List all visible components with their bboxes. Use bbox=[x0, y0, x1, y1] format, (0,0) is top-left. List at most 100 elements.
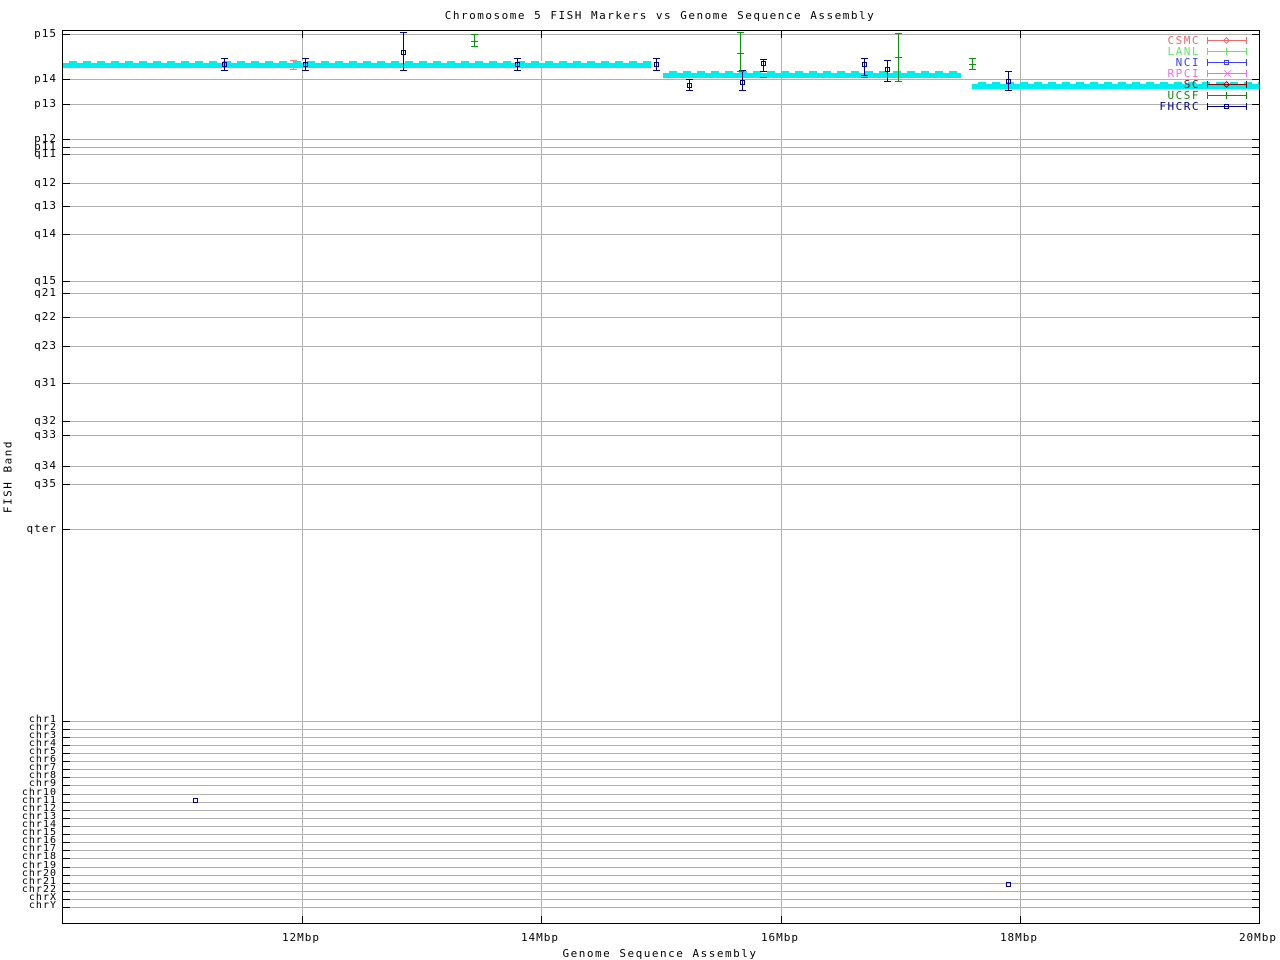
gridline-h-p11 bbox=[63, 147, 1259, 148]
y-tick-right-q21 bbox=[1252, 293, 1259, 294]
gridline-h-chr2 bbox=[63, 729, 1259, 730]
errorbar-cap-bottom bbox=[514, 70, 521, 71]
point-UCSF-2-marker bbox=[737, 53, 744, 54]
y-tick-left-qter bbox=[63, 529, 70, 530]
point-FHCRC-9-errorbar bbox=[861, 58, 868, 76]
y-tick-right-chr14 bbox=[1252, 826, 1259, 827]
legend-sample-cap-right bbox=[1246, 37, 1247, 44]
y-tick-left-q15 bbox=[63, 281, 70, 282]
errorbar-cap-bottom bbox=[400, 70, 407, 71]
y-tick-left-chr8 bbox=[63, 777, 70, 778]
errorbar-cap-top bbox=[653, 58, 660, 59]
errorbar-cap-bottom bbox=[884, 81, 891, 82]
point-UCSF-2-errorbar bbox=[737, 32, 744, 72]
x-tick-bottom-20 bbox=[1259, 916, 1260, 923]
errorbar-cap-bottom bbox=[471, 46, 478, 47]
errorbar-cap-top bbox=[1005, 71, 1012, 72]
y-tick-left-q22 bbox=[63, 317, 70, 318]
y-tick-right-q13 bbox=[1252, 206, 1259, 207]
errorbar-cap-top bbox=[969, 58, 976, 59]
errorbar-cap-bottom bbox=[969, 69, 976, 70]
gridline-h-chr20 bbox=[63, 875, 1259, 876]
point-FHCRC-3-marker bbox=[401, 50, 406, 55]
point-FHCRC-8-marker bbox=[761, 61, 766, 66]
errorbar-cap-top bbox=[400, 32, 407, 33]
errorbar-cap-bottom bbox=[302, 70, 309, 71]
y-tick-right-chr1 bbox=[1252, 721, 1259, 722]
point-UCSF-1-marker bbox=[471, 41, 478, 42]
legend-sample-cap-right bbox=[1246, 81, 1247, 88]
y-tick-right-q33 bbox=[1252, 435, 1259, 436]
y-tick-left-chr21 bbox=[63, 883, 70, 884]
y-tick-left-chr7 bbox=[63, 769, 70, 770]
gridline-h-chr19 bbox=[63, 867, 1259, 868]
legend-marker-plus bbox=[1226, 48, 1227, 55]
y-band-label-q31: q31 bbox=[34, 376, 57, 389]
gridline-h-q21 bbox=[63, 293, 1259, 294]
gridline-h-chr8 bbox=[63, 777, 1259, 778]
y-tick-right-chr4 bbox=[1252, 745, 1259, 746]
y-tick-left-q32 bbox=[63, 421, 70, 422]
y-tick-left-p14 bbox=[63, 79, 70, 80]
gridline-h-chr14 bbox=[63, 826, 1259, 827]
gridline-h-q12 bbox=[63, 183, 1259, 184]
point-FHCRC-10-marker bbox=[885, 67, 890, 72]
legend-sample-SC bbox=[1207, 79, 1247, 90]
errorbar-line bbox=[740, 32, 741, 72]
y-tick-left-p15 bbox=[63, 34, 70, 35]
y-tick-right-chr22 bbox=[1252, 891, 1259, 892]
legend-label-FHCRC: FHCRC bbox=[1159, 100, 1200, 113]
errorbar-cap-bottom bbox=[861, 75, 868, 76]
legend-sample-RPCI bbox=[1207, 68, 1247, 79]
gridline-v-12 bbox=[302, 31, 303, 923]
y-tick-right-chr21 bbox=[1252, 883, 1259, 884]
x-tick-bottom-18 bbox=[1020, 916, 1021, 923]
y-tick-left-p12 bbox=[63, 139, 70, 140]
x-tick-top-12 bbox=[302, 31, 303, 38]
y-band-label-p13: p13 bbox=[34, 97, 57, 110]
point-FHCRC-1-marker bbox=[222, 62, 227, 67]
y-tick-left-p11 bbox=[63, 147, 70, 148]
gridline-h-q32 bbox=[63, 421, 1259, 422]
y-tick-left-chr1 bbox=[63, 721, 70, 722]
gridline-h-chr10 bbox=[63, 794, 1259, 795]
y-tick-left-q21 bbox=[63, 293, 70, 294]
y-tick-left-p13 bbox=[63, 104, 70, 105]
y-tick-right-p12 bbox=[1252, 139, 1259, 140]
y-tick-right-chr9 bbox=[1252, 785, 1259, 786]
y-tick-right-q34 bbox=[1252, 466, 1259, 467]
legend-sample-CSMC bbox=[1207, 35, 1247, 46]
legend-sample-cap-right bbox=[1246, 70, 1247, 77]
errorbar-cap-bottom bbox=[653, 70, 660, 71]
gridline-v-16 bbox=[781, 31, 782, 923]
gridline-h-chr9 bbox=[63, 785, 1259, 786]
y-tick-right-chr18 bbox=[1252, 858, 1259, 859]
y-tick-right-chr2 bbox=[1252, 729, 1259, 730]
gridline-h-chr5 bbox=[63, 753, 1259, 754]
gridline-h-chr1 bbox=[63, 721, 1259, 722]
point-FHCRC-5-marker bbox=[654, 62, 659, 67]
point-UCSF-3-marker bbox=[895, 57, 902, 58]
y-tick-left-q33 bbox=[63, 435, 70, 436]
gridline-h-chr18 bbox=[63, 858, 1259, 859]
chart-title: Chromosome 5 FISH Markers vs Genome Sequ… bbox=[444, 9, 876, 22]
y-tick-left-q11 bbox=[63, 154, 70, 155]
plot-area bbox=[62, 30, 1260, 924]
y-tick-right-p15 bbox=[1252, 34, 1259, 35]
y-tick-left-chr12 bbox=[63, 810, 70, 811]
y-tick-left-chrX bbox=[63, 899, 70, 900]
y-tick-right-chr3 bbox=[1252, 737, 1259, 738]
gridline-h-chrX bbox=[63, 899, 1259, 900]
legend-sample-cap-left bbox=[1207, 103, 1208, 110]
y-band-label-q11: q11 bbox=[34, 147, 57, 160]
point-UCSF-4-marker bbox=[969, 64, 976, 65]
y-tick-left-chr15 bbox=[63, 834, 70, 835]
y-tick-right-chr12 bbox=[1252, 810, 1259, 811]
y-band-label-q35: q35 bbox=[34, 477, 57, 490]
gridline-h-chr22 bbox=[63, 891, 1259, 892]
gridline-h-q13 bbox=[63, 206, 1259, 207]
y-band-label-p15: p15 bbox=[34, 27, 57, 40]
x-axis-title: Genome Sequence Assembly bbox=[562, 947, 758, 960]
errorbar-cap-bottom bbox=[739, 90, 746, 91]
errorbar-cap-bottom bbox=[737, 71, 744, 72]
